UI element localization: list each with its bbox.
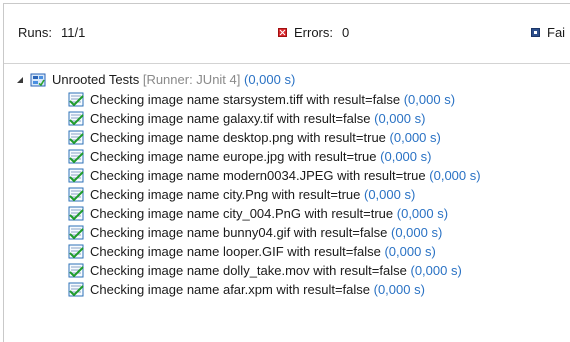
test-item-row[interactable]: Checking image name desktop.png with res…	[4, 128, 570, 147]
test-passed-icon	[68, 244, 84, 259]
test-item-time: (0,000 s)	[380, 149, 432, 164]
test-item-text: Checking image name galaxy.tif with resu…	[90, 111, 371, 126]
test-passed-icon	[68, 206, 84, 221]
failures-counter: Fai	[531, 25, 570, 40]
runs-counter: Runs: 11/1	[18, 25, 85, 40]
tree-root-label[interactable]: Unrooted Tests [Runner: JUnit 4] (0,000 …	[52, 70, 295, 90]
test-passed-icon	[68, 92, 84, 107]
runs-value: 11/1	[60, 25, 86, 40]
test-passed-icon	[68, 111, 84, 126]
test-item-label[interactable]: Checking image name afar.xpm with result…	[90, 280, 425, 299]
test-passed-icon	[68, 263, 84, 278]
root-time: (0,000 s)	[244, 72, 296, 87]
errors-label: Errors:	[294, 25, 333, 40]
test-item-row[interactable]: Checking image name afar.xpm with result…	[4, 280, 570, 299]
test-item-time: (0,000 s)	[374, 111, 426, 126]
test-item-text: Checking image name starsystem.tiff with…	[90, 92, 401, 107]
test-item-label[interactable]: Checking image name galaxy.tif with resu…	[90, 109, 425, 128]
test-passed-icon	[68, 130, 84, 145]
errors-value: 0	[342, 25, 350, 40]
test-item-row[interactable]: Checking image name bunny04.gif with res…	[4, 223, 570, 242]
test-item-text: Checking image name modern0034.JPEG with…	[90, 168, 426, 183]
error-icon	[278, 28, 287, 37]
test-item-row[interactable]: Checking image name galaxy.tif with resu…	[4, 109, 570, 128]
test-item-time: (0,000 s)	[363, 187, 416, 202]
test-item-time: (0,000 s)	[384, 244, 436, 259]
test-item-row[interactable]: Checking image name modern0034.JPEG with…	[4, 166, 570, 185]
test-item-text: Checking image name city_004.PnG with re…	[90, 206, 394, 221]
failure-icon	[531, 28, 540, 37]
test-item-label[interactable]: Checking image name dolly_take.mov with …	[90, 261, 462, 280]
tree-expanded-icon[interactable]	[17, 77, 23, 83]
test-passed-icon	[68, 225, 84, 240]
test-item-text: Checking image name desktop.png with res…	[90, 130, 386, 145]
test-item-time: (0,000 s)	[373, 282, 425, 297]
test-item-label[interactable]: Checking image name europe.jpg with resu…	[90, 147, 431, 166]
test-item-text: Checking image name dolly_take.mov with …	[90, 263, 407, 278]
test-item-time: (0,000 s)	[403, 92, 456, 107]
test-passed-icon	[68, 282, 84, 297]
test-item-row[interactable]: Checking image name looper.GIF with resu…	[4, 242, 570, 261]
test-passed-icon	[68, 168, 84, 183]
runner-label: [Runner: JUnit 4]	[142, 72, 241, 87]
test-passed-icon	[68, 149, 84, 164]
tree-root-row[interactable]: Unrooted Tests [Runner: JUnit 4] (0,000 …	[4, 70, 570, 90]
test-item-row[interactable]: Checking image name starsystem.tiff with…	[4, 90, 570, 109]
test-item-text: Checking image name looper.GIF with resu…	[90, 244, 381, 259]
test-item-text: Checking image name bunny04.gif with res…	[90, 225, 388, 240]
test-item-label[interactable]: Checking image name city.Png with result…	[90, 185, 415, 204]
test-item-row[interactable]: Checking image name dolly_take.mov with …	[4, 261, 570, 280]
errors-counter: Errors: 0	[278, 25, 362, 40]
stats-divider	[4, 63, 570, 64]
test-item-label[interactable]: Checking image name bunny04.gif with res…	[90, 223, 442, 242]
test-item-label[interactable]: Checking image name modern0034.JPEG with…	[90, 166, 481, 185]
test-item-row[interactable]: Checking image name city_004.PnG with re…	[4, 204, 570, 223]
failures-label: Fai	[547, 25, 566, 40]
test-item-time: (0,000 s)	[391, 225, 443, 240]
test-item-time: (0,000 s)	[396, 206, 449, 221]
junit-view: Runs: 11/1 Errors: 0 Fai Unrooted Tests	[3, 3, 570, 342]
test-item-time: (0,000 s)	[429, 168, 481, 183]
test-item-row[interactable]: Checking image name europe.jpg with resu…	[4, 147, 570, 166]
test-passed-icon	[68, 187, 84, 202]
test-item-text: Checking image name europe.jpg with resu…	[90, 149, 377, 164]
test-statistics-bar: Runs: 11/1 Errors: 0 Fai	[4, 16, 570, 54]
test-item-label[interactable]: Checking image name city_004.PnG with re…	[90, 204, 448, 223]
test-item-label[interactable]: Checking image name starsystem.tiff with…	[90, 90, 455, 109]
test-item-text: Checking image name city.Png with result…	[90, 187, 361, 202]
test-item-label[interactable]: Checking image name desktop.png with res…	[90, 128, 441, 147]
root-title: Unrooted Tests	[52, 72, 140, 87]
test-tree[interactable]: Unrooted Tests [Runner: JUnit 4] (0,000 …	[4, 70, 570, 299]
test-item-time: (0,000 s)	[389, 130, 441, 145]
test-item-time: (0,000 s)	[410, 263, 462, 278]
test-item-text: Checking image name afar.xpm with result…	[90, 282, 370, 297]
test-item-label[interactable]: Checking image name looper.GIF with resu…	[90, 242, 436, 261]
runs-label: Runs:	[18, 25, 52, 40]
test-suite-icon	[30, 73, 46, 87]
test-item-row[interactable]: Checking image name city.Png with result…	[4, 185, 570, 204]
